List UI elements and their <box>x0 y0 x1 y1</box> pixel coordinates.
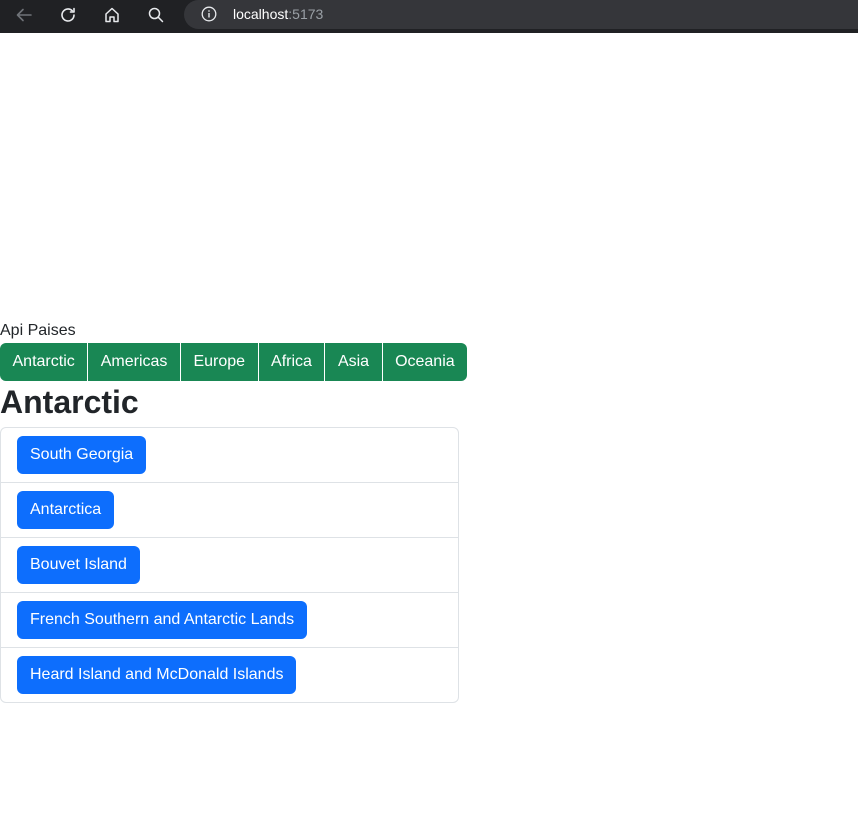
region-button-oceania[interactable]: Oceania <box>382 343 468 381</box>
back-arrow-icon[interactable] <box>11 4 37 26</box>
app-title: Api Paises <box>0 322 76 339</box>
country-button[interactable]: Bouvet Island <box>17 546 140 584</box>
url-port: :5173 <box>288 6 324 22</box>
country-button[interactable]: South Georgia <box>17 436 147 474</box>
region-button-europe[interactable]: Europe <box>180 343 258 381</box>
region-button-antarctic[interactable]: Antarctic <box>0 343 88 381</box>
region-button-africa[interactable]: Africa <box>258 343 325 381</box>
home-icon[interactable] <box>99 4 125 26</box>
list-item: French Southern and Antarctic Lands <box>1 593 458 648</box>
region-button-group: Antarctic Americas Europe Africa Asia Oc… <box>0 343 468 381</box>
region-button-americas[interactable]: Americas <box>88 343 180 381</box>
reload-icon[interactable] <box>55 4 81 26</box>
country-button[interactable]: Heard Island and McDonald Islands <box>17 656 297 694</box>
address-bar[interactable]: localhost:5173 <box>184 0 858 29</box>
page-viewport: Api Paises Antarctic Americas Europe Afr… <box>0 33 858 835</box>
region-button-asia[interactable]: Asia <box>325 343 382 381</box>
list-item: South Georgia <box>1 428 458 483</box>
selected-region-heading: Antarctic <box>0 384 139 420</box>
country-list: South Georgia Antarctica Bouvet Island F… <box>0 427 459 703</box>
url-text: localhost:5173 <box>233 6 323 22</box>
url-host: localhost <box>233 6 289 22</box>
country-button[interactable]: Antarctica <box>17 491 115 529</box>
country-button[interactable]: French Southern and Antarctic Lands <box>17 601 308 639</box>
site-info-icon[interactable] <box>201 6 217 22</box>
list-item: Bouvet Island <box>1 538 458 593</box>
browser-toolbar: localhost:5173 <box>0 0 858 33</box>
list-item: Heard Island and McDonald Islands <box>1 648 458 702</box>
search-icon[interactable] <box>143 4 169 26</box>
list-item: Antarctica <box>1 483 458 538</box>
